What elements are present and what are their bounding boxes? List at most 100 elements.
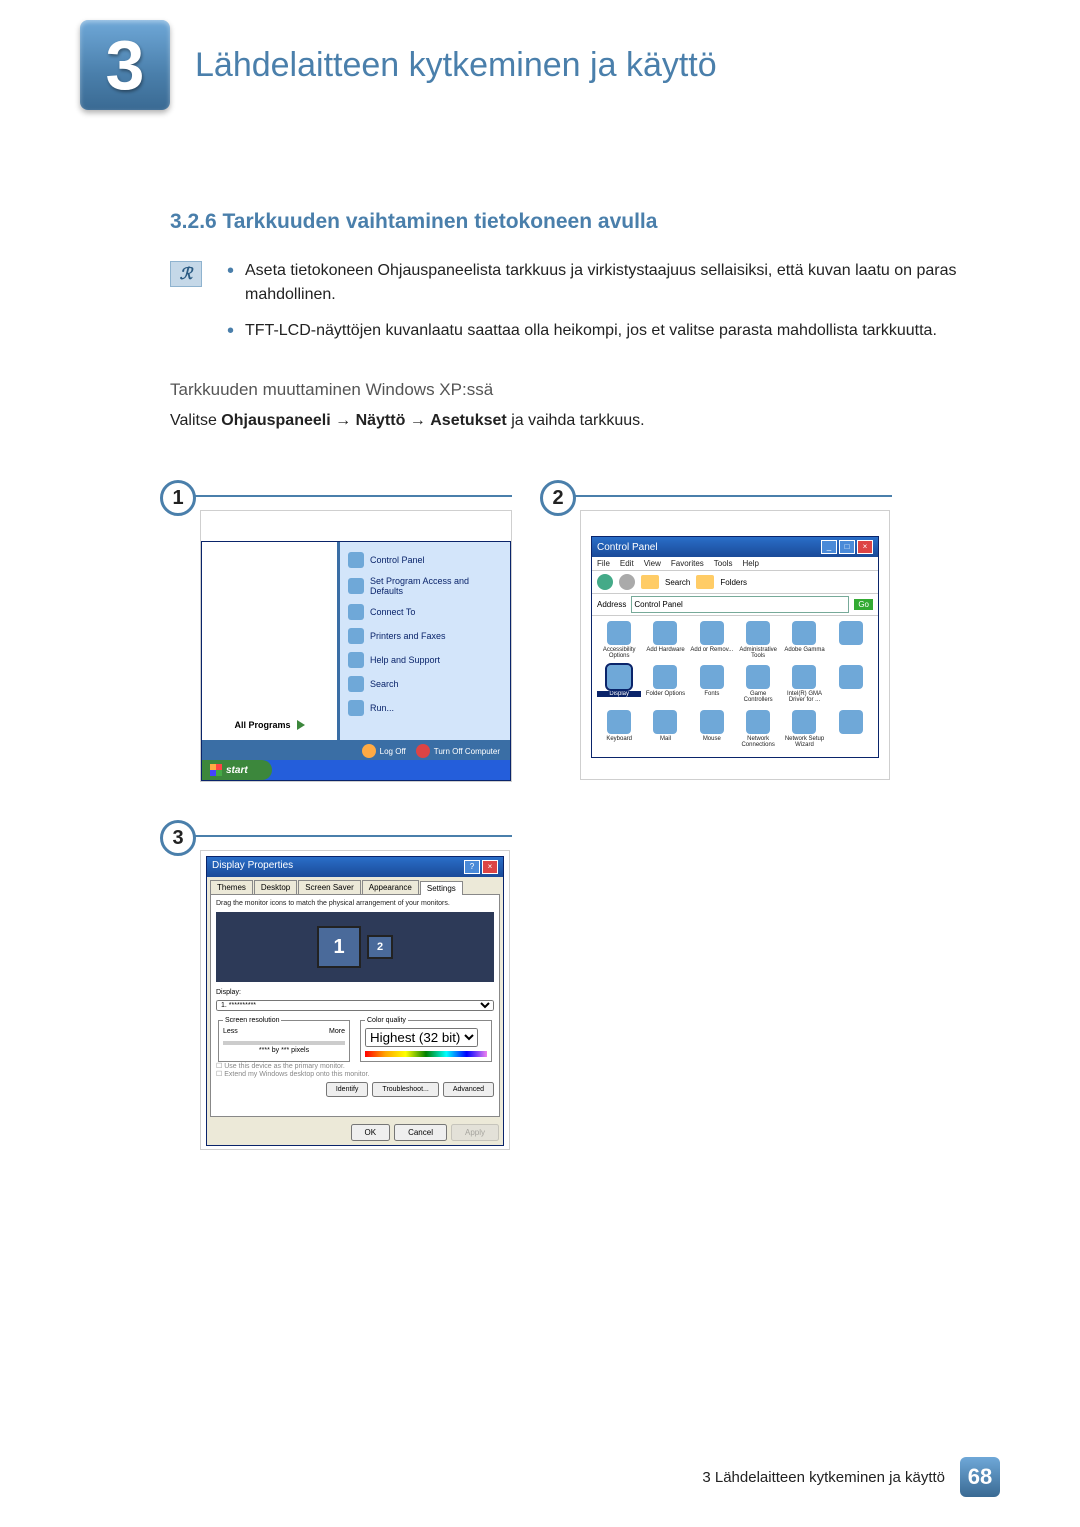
tab-desktop[interactable]: Desktop (254, 880, 297, 894)
extend-check[interactable]: ☐ Extend my Windows desktop onto this mo… (216, 1070, 494, 1078)
chapter-header: 3 Lähdelaitteen kytkeminen ja käyttö (0, 0, 1080, 110)
start-item-run[interactable]: Run... (346, 696, 504, 720)
display-select[interactable]: 1. ********** (216, 1000, 494, 1011)
identify-button[interactable]: Identify (326, 1082, 369, 1097)
troubleshoot-button[interactable]: Troubleshoot... (372, 1082, 438, 1097)
start-item-search[interactable]: Search (346, 672, 504, 696)
menu-help[interactable]: Help (742, 559, 758, 568)
tab-settings[interactable]: Settings (420, 881, 463, 895)
cp-item[interactable]: Network Setup Wizard (782, 710, 826, 752)
cp-item[interactable]: Game Controllers (736, 665, 780, 707)
run-icon (348, 700, 364, 716)
primary-check[interactable]: ☐ Use this device as the primary monitor… (216, 1062, 494, 1070)
keyboard-icon (607, 710, 631, 734)
cp-icon-grid: Accessibility Options Add Hardware Add o… (592, 616, 878, 757)
back-icon[interactable] (597, 574, 613, 590)
minimize-button[interactable]: _ (821, 540, 837, 554)
help-icon (348, 652, 364, 668)
control-panel-icon (348, 552, 364, 568)
cp-item[interactable]: Mail (643, 710, 687, 752)
menu-favorites[interactable]: Favorites (671, 559, 704, 568)
folder-options-icon (653, 665, 677, 689)
power-icon (416, 744, 430, 758)
cp-item[interactable]: Adobe Gamma (782, 621, 826, 663)
program-access-icon (348, 578, 364, 594)
figure-line (192, 495, 512, 497)
monitor-1[interactable]: 1 (317, 926, 361, 968)
cp-item[interactable] (829, 621, 873, 663)
start-left-column: All Programs (202, 542, 337, 740)
menu-tools[interactable]: Tools (714, 559, 733, 568)
addremove-icon (700, 621, 724, 645)
game-icon (746, 665, 770, 689)
dialog-footer: OK Cancel Apply (207, 1120, 503, 1145)
taskbar: start (202, 760, 510, 780)
cp-item[interactable]: Intel(R) GMA Driver for ... (782, 665, 826, 707)
menu-file[interactable]: File (597, 559, 610, 568)
address-bar: Address Go (592, 594, 878, 616)
note-icon: ℛ (170, 261, 202, 287)
color-group: Color quality Highest (32 bit) (360, 1017, 492, 1062)
search-button[interactable]: Search (665, 578, 690, 587)
chapter-title: Lähdelaitteen kytkeminen ja käyttö (195, 46, 717, 85)
tab-themes[interactable]: Themes (210, 880, 253, 894)
close-button[interactable]: × (482, 860, 498, 874)
forward-icon[interactable] (619, 574, 635, 590)
start-item-program-access[interactable]: Set Program Access and Defaults (346, 572, 504, 600)
folders-button[interactable]: Folders (720, 578, 747, 587)
resolution-slider[interactable] (223, 1041, 345, 1045)
start-item-control-panel[interactable]: Control Panel (346, 548, 504, 572)
maximize-button[interactable]: □ (839, 540, 855, 554)
start-footer: Log Off Turn Off Computer (202, 740, 510, 762)
tabs: Themes Desktop Screen Saver Appearance S… (207, 877, 503, 894)
menu-view[interactable]: View (644, 559, 661, 568)
cp-item[interactable]: Mouse (690, 710, 734, 752)
display-select-row: Display: (216, 989, 494, 996)
start-item-printers[interactable]: Printers and Faxes (346, 624, 504, 648)
chapter-number-badge: 3 (80, 20, 170, 110)
help-button[interactable]: ? (464, 860, 480, 874)
address-input[interactable] (631, 596, 849, 613)
admin-icon (746, 621, 770, 645)
cancel-button[interactable]: Cancel (394, 1124, 447, 1141)
advanced-button[interactable]: Advanced (443, 1082, 494, 1097)
titlebar: Control Panel _ □ × (592, 537, 878, 557)
body-buttons: Identify Troubleshoot... Advanced (216, 1082, 494, 1097)
ok-button[interactable]: OK (351, 1124, 391, 1141)
cp-item[interactable] (829, 710, 873, 752)
search-icon (348, 676, 364, 692)
cp-item[interactable]: Add Hardware (643, 621, 687, 663)
toolbar: Search Folders (592, 571, 878, 594)
cp-item[interactable]: Accessibility Options (597, 621, 641, 663)
monitor-2[interactable]: 2 (367, 935, 393, 959)
groups: Screen resolution LessMore **** by *** p… (216, 1017, 494, 1062)
window-controls: ? × (464, 860, 498, 874)
cp-item[interactable]: Fonts (690, 665, 734, 707)
cp-item[interactable] (829, 665, 873, 707)
blank-icon (839, 665, 863, 689)
cp-item[interactable]: Add or Remov... (690, 621, 734, 663)
drag-hint: Drag the monitor icons to match the phys… (216, 900, 494, 907)
cp-item-display[interactable]: Display (597, 665, 641, 707)
close-button[interactable]: × (857, 540, 873, 554)
cp-item[interactable]: Keyboard (597, 710, 641, 752)
all-programs[interactable]: All Programs (234, 720, 304, 730)
tab-appearance[interactable]: Appearance (362, 880, 419, 894)
folders-icon[interactable] (696, 575, 714, 589)
log-off-button[interactable]: Log Off (362, 744, 406, 758)
figure-2-controlpanel: Control Panel _ □ × File Edit View Favor… (580, 510, 890, 780)
tab-screensaver[interactable]: Screen Saver (298, 880, 360, 894)
cp-item[interactable]: Network Connections (736, 710, 780, 752)
go-button[interactable]: Go (854, 599, 873, 610)
start-item-connect-to[interactable]: Connect To (346, 600, 504, 624)
menu-edit[interactable]: Edit (620, 559, 634, 568)
color-select[interactable]: Highest (32 bit) (365, 1028, 478, 1047)
cp-item[interactable]: Administrative Tools (736, 621, 780, 663)
up-icon[interactable] (641, 575, 659, 589)
cp-item[interactable]: Folder Options (643, 665, 687, 707)
note-row: ℛ Aseta tietokoneen Ohjauspaneelista tar… (170, 259, 1000, 355)
start-button[interactable]: start (202, 760, 272, 780)
turn-off-button[interactable]: Turn Off Computer (416, 744, 500, 758)
start-item-help[interactable]: Help and Support (346, 648, 504, 672)
apply-button[interactable]: Apply (451, 1124, 499, 1141)
